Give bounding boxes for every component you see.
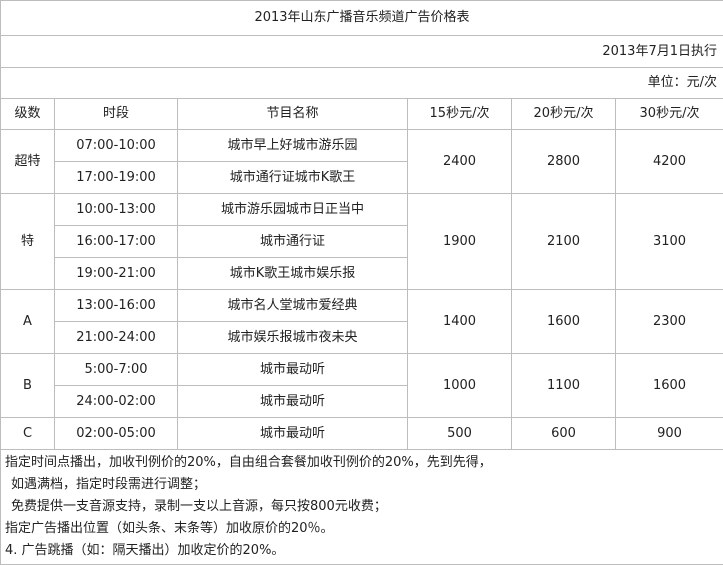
price-15s-cell: 1000 [408, 354, 512, 418]
price-15s-cell: 1400 [408, 290, 512, 354]
level-cell: 特 [1, 194, 55, 290]
note-line: 免费提供一支音源支持，录制一支以上音源，每只按800元收费； [5, 496, 719, 518]
program-cell: 城市最动听 [178, 354, 408, 386]
notes-row: 指定时间点播出，加收刊例价的20%，自由组合套餐加收刊例价的20%，先到先得， … [1, 450, 723, 565]
price-20s-cell: 600 [512, 418, 616, 450]
price-30s-cell: 1600 [616, 354, 723, 418]
table-row: A 13:00-16:00 城市名人堂城市爱经典 1400 1600 2300 [1, 290, 723, 322]
price-30s-cell: 3100 [616, 194, 723, 290]
price-15s-cell: 500 [408, 418, 512, 450]
header-row: 级数 时段 节目名称 15秒元/次 20秒元/次 30秒元/次 [1, 99, 723, 130]
price-30s-cell: 4200 [616, 130, 723, 194]
note-line: 指定广告播出位置（如头条、末条等）加收原价的20％。 [5, 518, 719, 540]
header-level: 级数 [1, 99, 55, 130]
level-cell: C [1, 418, 55, 450]
time-cell: 24:00-02:00 [55, 386, 178, 418]
time-cell: 10:00-13:00 [55, 194, 178, 226]
table-row: C 02:00-05:00 城市最动听 500 600 900 [1, 418, 723, 450]
time-cell: 5:00-7:00 [55, 354, 178, 386]
program-cell: 城市通行证城市K歌王 [178, 162, 408, 194]
time-cell: 07:00-10:00 [55, 130, 178, 162]
time-cell: 19:00-21:00 [55, 258, 178, 290]
table-row: B 5:00-7:00 城市最动听 1000 1100 1600 [1, 354, 723, 386]
effective-date: 2013年7月1日执行 [1, 36, 723, 68]
price-30s-cell: 2300 [616, 290, 723, 354]
price-20s-cell: 2800 [512, 130, 616, 194]
level-cell: B [1, 354, 55, 418]
time-cell: 17:00-19:00 [55, 162, 178, 194]
program-cell: 城市最动听 [178, 418, 408, 450]
price-table: 2013年山东广播音乐频道广告价格表 2013年7月1日执行 单位：元/次 级数… [0, 0, 723, 565]
header-30s-price: 30秒元/次 [616, 99, 723, 130]
price-15s-cell: 2400 [408, 130, 512, 194]
program-cell: 城市游乐园城市日正当中 [178, 194, 408, 226]
program-cell: 城市K歌王城市娱乐报 [178, 258, 408, 290]
price-15s-cell: 1900 [408, 194, 512, 290]
program-cell: 城市最动听 [178, 386, 408, 418]
unit-label: 单位：元/次 [1, 68, 723, 99]
price-20s-cell: 2100 [512, 194, 616, 290]
program-cell: 城市名人堂城市爱经典 [178, 290, 408, 322]
note-line: 4. 广告跳播（如：隔天播出）加收定价的20%。 [5, 540, 719, 562]
price-20s-cell: 1100 [512, 354, 616, 418]
table-title: 2013年山东广播音乐频道广告价格表 [1, 1, 723, 36]
time-cell: 02:00-05:00 [55, 418, 178, 450]
level-cell: 超特 [1, 130, 55, 194]
table-row: 特 10:00-13:00 城市游乐园城市日正当中 1900 2100 3100 [1, 194, 723, 226]
program-cell: 城市娱乐报城市夜未央 [178, 322, 408, 354]
header-15s-price: 15秒元/次 [408, 99, 512, 130]
header-program: 节目名称 [178, 99, 408, 130]
header-20s-price: 20秒元/次 [512, 99, 616, 130]
level-cell: A [1, 290, 55, 354]
table-row: 超特 07:00-10:00 城市早上好城市游乐园 2400 2800 4200 [1, 130, 723, 162]
program-cell: 城市早上好城市游乐园 [178, 130, 408, 162]
header-time-slot: 时段 [55, 99, 178, 130]
price-30s-cell: 900 [616, 418, 723, 450]
price-20s-cell: 1600 [512, 290, 616, 354]
notes-cell: 指定时间点播出，加收刊例价的20%，自由组合套餐加收刊例价的20%，先到先得， … [1, 450, 723, 565]
note-line: 指定时间点播出，加收刊例价的20%，自由组合套餐加收刊例价的20%，先到先得， [5, 452, 719, 474]
time-cell: 13:00-16:00 [55, 290, 178, 322]
time-cell: 16:00-17:00 [55, 226, 178, 258]
note-line: 如遇满档，指定时段需进行调整； [5, 474, 719, 496]
program-cell: 城市通行证 [178, 226, 408, 258]
time-cell: 21:00-24:00 [55, 322, 178, 354]
